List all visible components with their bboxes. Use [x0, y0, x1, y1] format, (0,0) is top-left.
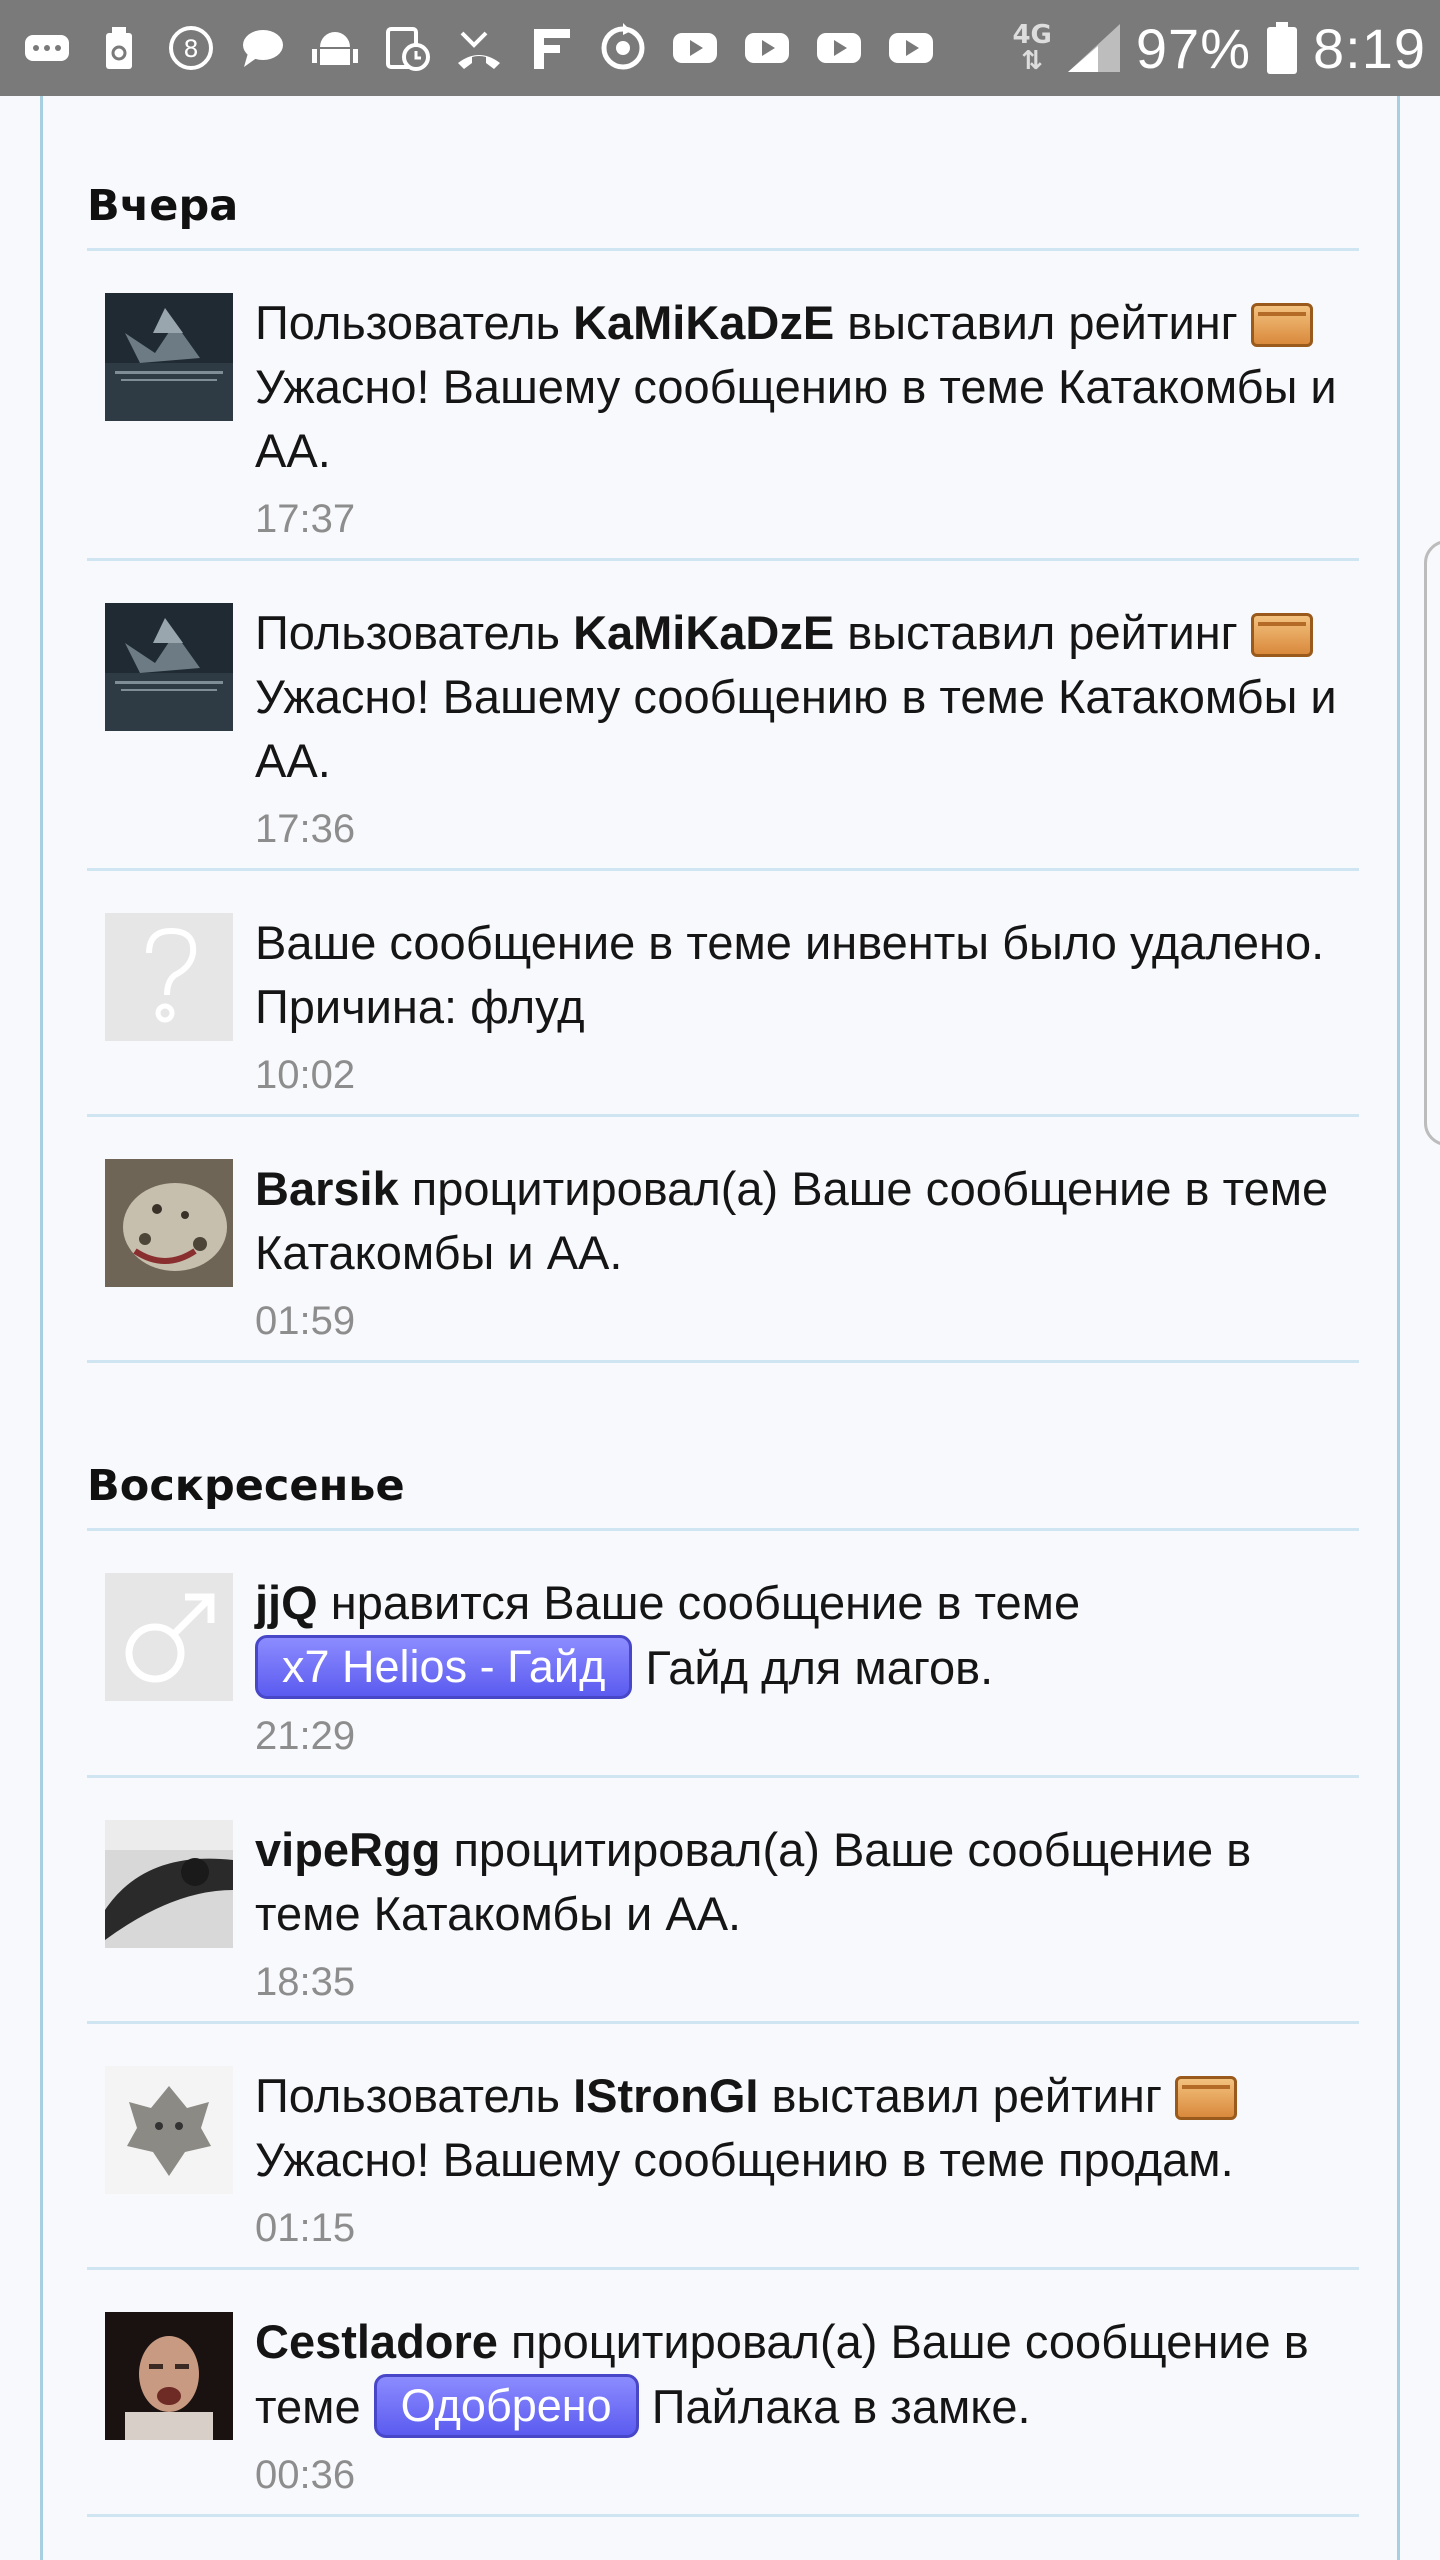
notification-item[interactable]: Cestladore процитировал(а) Ваше сообщени…	[87, 2270, 1359, 2517]
battery-percent: 97%	[1135, 16, 1251, 80]
svg-text:8: 8	[183, 35, 198, 63]
user-avatar[interactable]	[105, 293, 233, 421]
topic-tag[interactable]: x7 Helios - Гайд	[255, 1635, 633, 1699]
topic-tag[interactable]: Одобрено	[373, 2374, 639, 2438]
user-avatar[interactable]	[105, 2312, 233, 2440]
user-avatar[interactable]	[105, 1820, 233, 1948]
badge-8-icon: 8	[166, 23, 216, 73]
tablet-clock-icon	[382, 23, 432, 73]
f-icon	[526, 23, 576, 73]
notification-text: Barsik процитировал(а) Ваше сообщение в …	[255, 1162, 1329, 1279]
notification-text: Пользователь KaMiKaDzE выставил рейтинг …	[255, 606, 1337, 787]
rating-box-icon	[1250, 613, 1313, 657]
notification-item[interactable]: Ваше сообщение в теме инвенты было удале…	[87, 871, 1359, 1117]
notification-text: Ваше сообщение в теме инвенты было удале…	[255, 916, 1325, 1033]
rating-box-icon	[1250, 303, 1313, 347]
more-icon	[22, 23, 72, 73]
battery-icon	[1267, 22, 1297, 74]
notification-icons: 8	[22, 23, 936, 73]
user-avatar[interactable]	[105, 2066, 233, 2194]
timestamp: 01:59	[255, 1299, 356, 1343]
username-link[interactable]: IStronGI	[573, 2069, 758, 2122]
username-link[interactable]: Barsik	[255, 1162, 399, 1215]
notification-item[interactable]: jjQ нравится Ваше сообщение в теме x7 He…	[87, 1531, 1359, 1778]
scroll-handle[interactable]	[1424, 540, 1440, 1146]
network-type: 4G	[1012, 20, 1052, 50]
network-arrows-icon: ⇅	[1021, 46, 1044, 76]
timestamp: 10:02	[255, 1053, 356, 1097]
username-link[interactable]: vipeRgg	[255, 1823, 440, 1876]
android-icon	[310, 23, 360, 73]
notification-text: Cestladore процитировал(а) Ваше сообщени…	[255, 2310, 1359, 2439]
timestamp: 00:36	[255, 2453, 356, 2497]
network-indicator: 4G ⇅	[1012, 22, 1051, 74]
missed-call-icon	[454, 23, 504, 73]
youtube-icon	[742, 23, 792, 73]
notification-text: Пользователь IStronGI выставил рейтинг У…	[255, 2064, 1359, 2192]
timestamp: 18:35	[255, 1960, 356, 2004]
timestamp: 17:37	[255, 497, 356, 541]
user-avatar[interactable]	[105, 913, 233, 1041]
username-link[interactable]: KaMiKaDzE	[573, 296, 834, 349]
username-link[interactable]: Cestladore	[255, 2315, 498, 2368]
notification-item[interactable]: Пользователь KaMiKaDzE выставил рейтинг …	[87, 251, 1359, 561]
user-avatar[interactable]	[105, 1573, 233, 1701]
youtube-icon	[814, 23, 864, 73]
clock: 8:19	[1313, 16, 1426, 80]
notification-item[interactable]: Barsik процитировал(а) Ваше сообщение в …	[87, 1117, 1359, 1363]
notification-item[interactable]: Пользователь KaMiKaDzE выставил рейтинг …	[87, 561, 1359, 871]
sync-icon	[598, 23, 648, 73]
notification-section: Воскресенье jjQ нравится Ваше сообщение в…	[87, 1414, 1359, 2517]
notifications-panel: Вчера Пользователь KaMiKaDzE выставил рей…	[40, 96, 1400, 2560]
notification-text: jjQ нравится Ваше сообщение в теме x7 He…	[255, 1571, 1359, 1700]
notification-text: Пользователь KaMiKaDzE выставил рейтинг …	[255, 296, 1337, 477]
signal-icon	[1067, 24, 1120, 72]
timestamp: 17:36	[255, 807, 356, 851]
chat-icon	[238, 23, 288, 73]
user-avatar[interactable]	[105, 1159, 233, 1287]
username-link[interactable]: KaMiKaDzE	[573, 606, 834, 659]
notification-section: Вчера Пользователь KaMiKaDzE выставил рей…	[87, 134, 1359, 1363]
section-title: Воскресенье	[87, 1414, 1359, 1531]
youtube-icon	[670, 23, 720, 73]
timestamp: 21:29	[255, 1714, 356, 1758]
rating-box-icon	[1175, 2076, 1238, 2120]
status-bar: 8 4G ⇅ 97% 8:19	[0, 0, 1440, 96]
youtube-icon	[886, 23, 936, 73]
user-avatar[interactable]	[105, 603, 233, 731]
username-link[interactable]: jjQ	[255, 1576, 318, 1629]
section-title: Вчера	[87, 134, 1359, 251]
timestamp: 01:15	[255, 2206, 356, 2250]
notification-text: vipeRgg процитировал(а) Ваше сообщение в…	[255, 1823, 1252, 1940]
notification-item[interactable]: vipeRgg процитировал(а) Ваше сообщение в…	[87, 1778, 1359, 2024]
trash-icon	[94, 23, 144, 73]
notification-item[interactable]: Пользователь IStronGI выставил рейтинг У…	[87, 2024, 1359, 2270]
